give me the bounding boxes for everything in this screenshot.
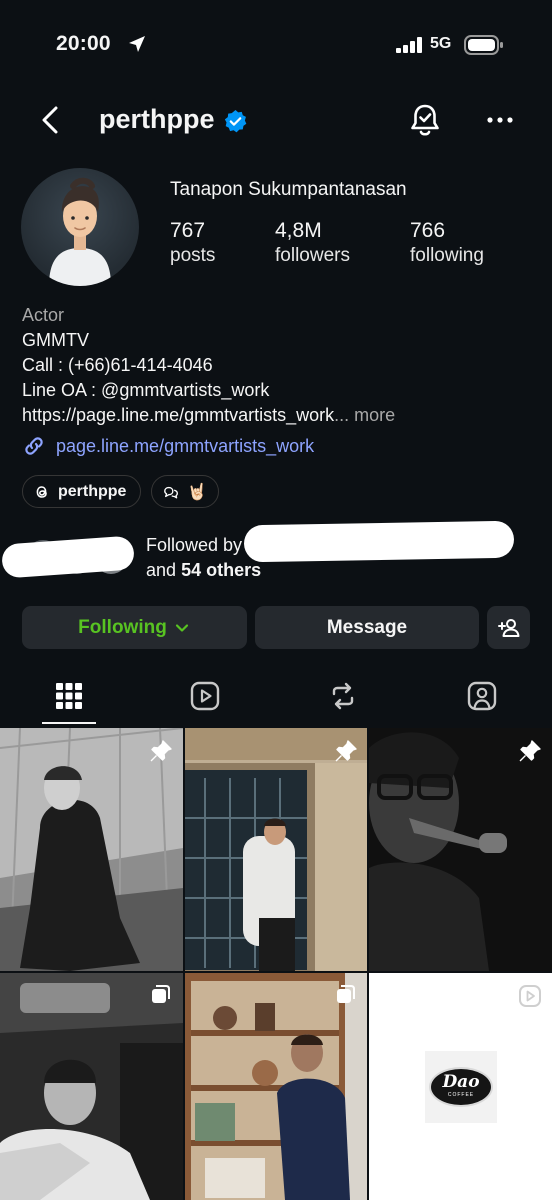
post-photo bbox=[369, 728, 552, 971]
bio-more-link[interactable]: more bbox=[354, 405, 395, 425]
grid-post-1[interactable] bbox=[0, 728, 183, 971]
pin-icon bbox=[150, 740, 172, 762]
pin-icon bbox=[519, 740, 541, 762]
dao-coffee-logo: Dao COFFEE bbox=[425, 1051, 497, 1123]
battery-icon bbox=[464, 35, 503, 55]
following-label: Following bbox=[78, 616, 167, 638]
logo-text: Dao bbox=[442, 1072, 480, 1092]
bio-category: Actor bbox=[22, 305, 65, 325]
add-person-icon bbox=[497, 618, 519, 637]
profile-full-name: Tanapon Sukumpantanasan bbox=[170, 179, 407, 200]
chat-bubbles-icon bbox=[164, 486, 178, 498]
post-photo bbox=[185, 728, 367, 971]
active-tab-indicator bbox=[42, 722, 96, 724]
notification-bell-icon[interactable] bbox=[408, 102, 442, 138]
link-icon bbox=[25, 437, 43, 455]
chip-emoji: 🤘🏻 bbox=[187, 483, 207, 501]
location-arrow-icon bbox=[129, 36, 145, 52]
carousel-icon bbox=[337, 985, 355, 1003]
followers-count[interactable]: 4,8M bbox=[275, 219, 322, 243]
grid-icon[interactable] bbox=[54, 681, 84, 711]
post-photo bbox=[185, 973, 367, 1200]
bio-url-text: https://page.line.me/gmmtvartists_work bbox=[22, 405, 335, 425]
pin-icon bbox=[335, 740, 357, 762]
network-label: 5G bbox=[430, 35, 452, 52]
grid-post-3[interactable] bbox=[369, 728, 552, 971]
carousel-icon bbox=[152, 985, 170, 1003]
post-photo bbox=[0, 973, 183, 1200]
signal-icon bbox=[396, 37, 422, 53]
threads-chip[interactable]: perthppe bbox=[22, 475, 141, 508]
threads-icon bbox=[36, 485, 47, 498]
avatar[interactable] bbox=[21, 168, 139, 286]
avatar-3d-figure bbox=[49, 177, 111, 286]
post-photo bbox=[0, 728, 183, 971]
profile-username: perthppe bbox=[99, 104, 215, 134]
bio-external-link[interactable]: page.line.me/gmmtvartists_work bbox=[22, 434, 314, 458]
message-label: Message bbox=[326, 616, 408, 638]
posts-label[interactable]: posts bbox=[170, 245, 215, 267]
bio-truncation: ... bbox=[334, 405, 350, 425]
followed-by-count: 54 others bbox=[181, 560, 262, 580]
back-icon[interactable] bbox=[36, 102, 68, 138]
more-options-icon[interactable] bbox=[484, 106, 516, 134]
followed-by-others[interactable]: and 54 others bbox=[146, 560, 261, 581]
verified-icon bbox=[224, 110, 247, 133]
message-button[interactable]: Message bbox=[255, 606, 479, 649]
bio-line-agency: GMMTV bbox=[22, 330, 89, 350]
reel-icon bbox=[519, 985, 541, 1007]
grid-post-5[interactable] bbox=[185, 973, 367, 1200]
bio-line-phone[interactable]: Call : (+66)61-414-4046 bbox=[22, 355, 213, 376]
bio-line-url[interactable]: https://page.line.me/gmmtvartists_work..… bbox=[22, 405, 395, 426]
followers-label[interactable]: followers bbox=[275, 245, 350, 267]
logo-subtext: COFFEE bbox=[447, 1092, 475, 1098]
grid-post-2[interactable] bbox=[185, 728, 367, 971]
following-button[interactable]: Following bbox=[22, 606, 247, 649]
chevron-down-icon bbox=[175, 623, 188, 632]
tagged-icon[interactable] bbox=[467, 681, 497, 711]
suggest-people-button[interactable] bbox=[487, 606, 530, 649]
chat-chip[interactable]: 🤘🏻 bbox=[151, 475, 219, 508]
threads-handle: perthppe bbox=[58, 482, 127, 500]
status-time: 20:00 bbox=[56, 32, 111, 55]
reposts-icon[interactable] bbox=[328, 681, 358, 711]
following-count[interactable]: 766 bbox=[410, 219, 445, 243]
redaction-mark bbox=[243, 520, 515, 563]
bio-link-text: page.line.me/gmmtvartists_work bbox=[56, 435, 315, 456]
followed-by-and: and bbox=[146, 560, 177, 580]
posts-count[interactable]: 767 bbox=[170, 219, 205, 243]
grid-post-6[interactable]: Dao COFFEE bbox=[369, 973, 552, 1200]
followed-by-avatars[interactable] bbox=[0, 535, 136, 580]
grid-post-4[interactable] bbox=[0, 973, 183, 1200]
followed-by-prefix: Followed by bbox=[146, 535, 243, 555]
following-label[interactable]: following bbox=[410, 245, 484, 267]
bio-line-line-oa: Line OA : @gmmtvartists_work bbox=[22, 380, 270, 400]
reels-icon[interactable] bbox=[190, 681, 220, 711]
